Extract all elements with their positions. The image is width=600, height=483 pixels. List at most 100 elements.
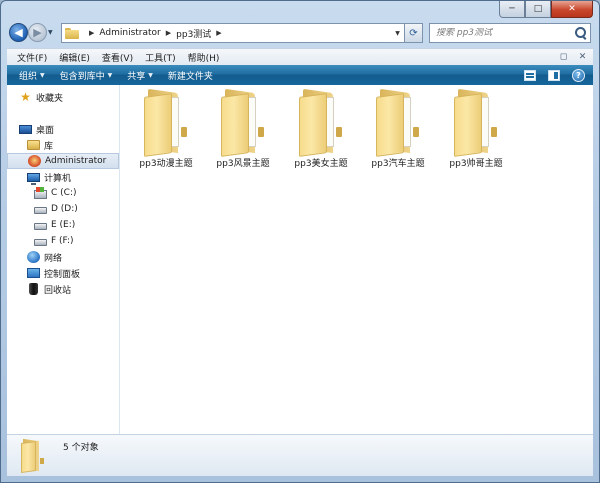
close-button[interactable]: ✕ (551, 1, 593, 18)
chevron-right-icon[interactable]: ▶ (166, 29, 171, 37)
nav-item-label: F (F:) (51, 236, 74, 246)
share-button[interactable]: 共享 ▼ (121, 69, 162, 82)
nav-item-label: 回收站 (44, 285, 72, 296)
user-folder-icon (28, 155, 41, 167)
folder-icon (144, 88, 188, 157)
nav-item[interactable]: 库 (7, 137, 119, 153)
nav-item[interactable]: D (D:) (7, 201, 119, 217)
preview-pane-icon[interactable] (548, 69, 560, 81)
menu-file[interactable]: 文件(F) (11, 51, 53, 64)
nav-item[interactable]: C (C:) (7, 185, 119, 201)
folder-name: pp3帅哥主题 (449, 159, 503, 169)
refresh-icon: ⟳ (409, 27, 418, 39)
nav-item[interactable]: E (E:) (7, 217, 119, 233)
breadcrumb-administrator[interactable]: Administrator (99, 28, 160, 38)
folder-icon (376, 88, 420, 157)
nav-item-label: 控制面板 (44, 269, 81, 280)
folder-name: pp3美女主题 (294, 159, 348, 169)
folder-icon (65, 27, 79, 39)
library-icon (27, 140, 40, 150)
include-in-library-label: 包含到库中 (59, 71, 105, 82)
nav-item[interactable]: F (F:) (7, 233, 119, 249)
menu-bar-close-icon[interactable]: ✕ (576, 51, 589, 63)
drive-icon (34, 239, 47, 246)
minimize-button[interactable]: ─ (499, 1, 525, 18)
address-history-dropdown[interactable]: ▼ (390, 24, 404, 42)
search-box[interactable] (429, 23, 591, 43)
organize-button[interactable]: 组织 ▼ (13, 69, 54, 82)
new-folder-button[interactable]: 新建文件夹 (162, 69, 222, 82)
nav-item[interactable]: 网络 (7, 249, 119, 265)
breadcrumb-current-folder[interactable]: pp3测试 (176, 27, 211, 40)
main-area: ★ 收藏夹桌面库 Administrator 计算机 C (C:) D (D:) E (E:… (7, 85, 593, 434)
include-in-library-button[interactable]: 包含到库中 ▼ (54, 69, 122, 82)
nav-item[interactable]: Administrator (7, 153, 119, 169)
control-panel-icon (27, 268, 40, 278)
nav-item[interactable]: 回收站 (7, 281, 119, 297)
share-label: 共享 (127, 71, 146, 82)
folder-icon (221, 88, 265, 157)
menu-tools[interactable]: 工具(T) (139, 51, 182, 64)
system-drive-icon (34, 186, 47, 199)
menu-bar-settings-icon[interactable]: ◻ (557, 51, 570, 63)
navigation-pane: ★ 收藏夹桌面库 Administrator 计算机 C (C:) D (D:) E (E:… (7, 85, 120, 434)
chevron-down-icon: ▼ (40, 71, 45, 79)
folder-item[interactable]: pp3动漫主题 (128, 88, 204, 169)
nav-item[interactable]: 桌面 (7, 121, 119, 137)
folder-item[interactable]: pp3汽车主题 (360, 88, 436, 169)
folder-item[interactable]: pp3风景主题 (205, 88, 281, 169)
search-input[interactable] (436, 28, 572, 38)
history-buttons: ◀ ▶ ▼ (7, 21, 57, 45)
refresh-button[interactable]: ⟳ (405, 23, 423, 43)
menu-help[interactable]: 帮助(H) (182, 51, 226, 64)
address-bar[interactable]: ▶ Administrator ▶ pp3测试 ▶ ▼ (61, 23, 405, 43)
folder-name: pp3动漫主题 (139, 159, 193, 169)
desktop-icon (19, 125, 32, 134)
back-button[interactable]: ◀ (9, 23, 28, 42)
folder-item[interactable]: pp3帅哥主题 (438, 88, 514, 169)
menu-edit[interactable]: 编辑(E) (53, 51, 96, 64)
change-view-icon[interactable] (524, 69, 536, 81)
menu-bar-controls: ◻ ✕ (557, 51, 593, 63)
network-icon (27, 251, 40, 263)
drive-icon (34, 207, 47, 214)
new-folder-label: 新建文件夹 (167, 71, 213, 82)
nav-item-label: D (D:) (51, 204, 78, 214)
nav-item-label: 库 (44, 141, 54, 152)
command-bar: 组织 ▼ 包含到库中 ▼ 共享 ▼ 新建文件夹 ? (7, 65, 593, 85)
nav-item-label: 网络 (44, 253, 63, 264)
nav-item-label: 计算机 (44, 173, 72, 184)
folder-icon (454, 88, 498, 157)
chevron-right-icon[interactable]: ▶ (89, 29, 94, 37)
file-list: pp3动漫主题 pp3风景主题 pp3美女主题 pp3汽车主题 pp3帅哥主题 (120, 85, 593, 434)
nav-item-label: 桌面 (36, 125, 55, 136)
item-count: 5 个对象 (63, 443, 99, 453)
folder-icon (21, 438, 45, 473)
folder-icon (299, 88, 343, 157)
folder-name: pp3风景主题 (216, 159, 270, 169)
menu-view[interactable]: 查看(V) (96, 51, 139, 64)
command-bar-right: ? (524, 68, 593, 82)
details-pane: 5 个对象 (7, 434, 593, 476)
nav-item-label: C (C:) (51, 188, 77, 198)
caption-buttons: ─ □ ✕ (499, 1, 593, 19)
nav-item-label: Administrator (45, 156, 107, 166)
nav-item[interactable]: 控制面板 (7, 265, 119, 281)
nav-item[interactable]: 计算机 (7, 169, 119, 185)
forward-button[interactable]: ▶ (28, 23, 47, 42)
chevron-right-icon[interactable]: ▶ (216, 29, 221, 37)
nav-item-label: 收藏夹 (36, 93, 64, 104)
help-icon[interactable]: ? (572, 68, 585, 82)
nav-item[interactable]: ★ 收藏夹 (7, 89, 119, 105)
search-icon[interactable] (574, 26, 588, 40)
recent-pages-dropdown[interactable]: ▼ (48, 29, 53, 36)
navigation-row: ◀ ▶ ▼ ▶ Administrator ▶ pp3测试 ▶ ▼ ⟳ (7, 21, 593, 45)
computer-icon (27, 172, 40, 185)
organize-label: 组织 (19, 71, 38, 82)
maximize-button[interactable]: □ (525, 1, 551, 18)
drive-icon (34, 223, 47, 230)
folder-name: pp3汽车主题 (371, 159, 425, 169)
folder-item[interactable]: pp3美女主题 (283, 88, 359, 169)
chevron-down-icon: ▼ (148, 71, 153, 79)
menu-bar: 文件(F) 编辑(E) 查看(V) 工具(T) 帮助(H) ◻ ✕ (7, 48, 593, 65)
